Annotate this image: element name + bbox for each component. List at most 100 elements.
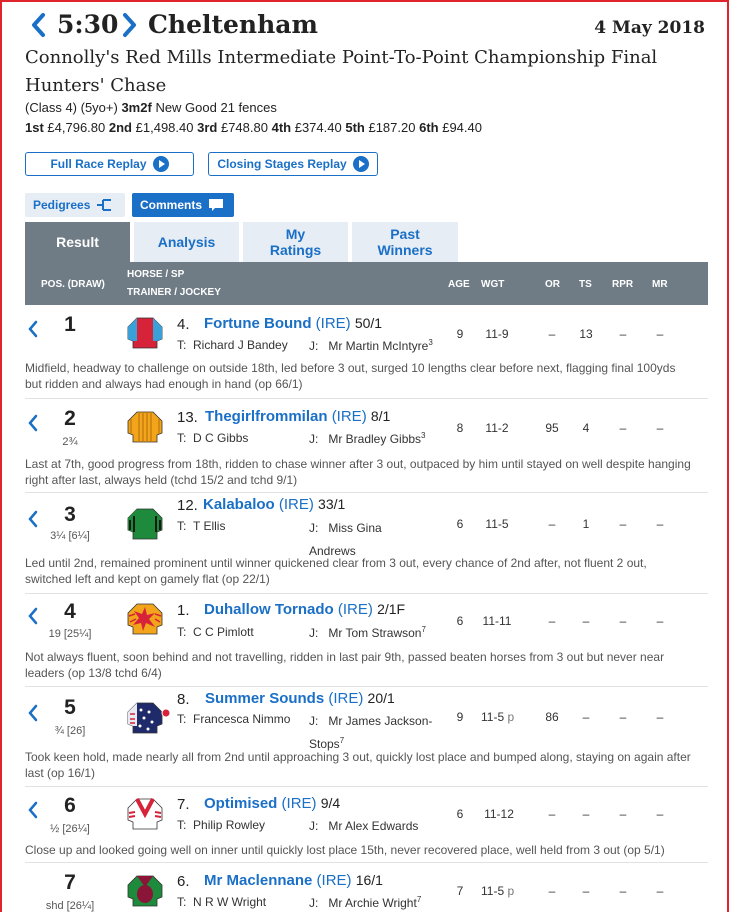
race-comment: Last at 7th, good progress from 18th, ri…	[25, 457, 691, 487]
age: 7	[456, 884, 464, 898]
jockey[interactable]: J: Mr Bradley Gibbs3	[309, 431, 434, 446]
rpr: –	[619, 710, 627, 724]
chevron-left-icon[interactable]	[27, 510, 39, 528]
trainer[interactable]: T: Francesca Nimmo	[177, 712, 290, 726]
tab-past-winners[interactable]: Past Winners	[352, 222, 458, 262]
master-rating: –	[656, 421, 664, 435]
prize-amount: £374.40	[294, 120, 342, 135]
table-row: 2 2¾ 13. Thegirlfrommilan (IRE) 8/1 T: D…	[25, 399, 708, 493]
horse-country: (IRE)	[331, 408, 367, 425]
horse-name-link[interactable]: Fortune Bound (IRE) 50/1	[204, 315, 382, 332]
table-row: 3 3¼ [6¼] 12. Kalabaloo (IRE) 33/1 T: T …	[25, 493, 708, 594]
topspeed: –	[582, 807, 590, 821]
chevron-left-icon[interactable]	[27, 320, 39, 338]
table-row: 4 19 [25¼] 1. Duhallow Tornado (IRE) 2/1…	[25, 594, 708, 687]
tab-result[interactable]: Result	[25, 222, 130, 262]
starting-price: 9/4	[320, 795, 341, 811]
race-comment: Close up and looked going well on inner …	[25, 843, 665, 857]
horse-name-link[interactable]: Optimised (IRE) 9/4	[204, 795, 340, 812]
topspeed: –	[582, 710, 590, 724]
tab-my-ratings[interactable]: My Ratings	[243, 222, 348, 262]
chevron-left-icon[interactable]	[27, 607, 39, 625]
trainer[interactable]: T: Philip Rowley	[177, 818, 265, 832]
jockey-name: Mr Archie Wright	[328, 896, 417, 910]
horse-name: Kalabaloo	[203, 496, 275, 513]
chevron-left-icon[interactable]	[27, 414, 39, 432]
jockey[interactable]: J: Mr James Jackson-Stops7	[309, 712, 434, 754]
trainer[interactable]: T: N R W Wright	[177, 895, 266, 909]
chevron-left-icon[interactable]	[27, 704, 39, 722]
jockey-name: Mr Bradley Gibbs	[328, 432, 422, 446]
weight: 11-9	[485, 327, 509, 341]
weight-value: 11-5	[481, 884, 505, 898]
horse-name-link[interactable]: Thegirlfrommilan (IRE) 8/1	[205, 408, 390, 425]
headgear-note: p	[507, 710, 515, 724]
jockey[interactable]: J: Mr Archie Wright7	[309, 895, 449, 910]
trainer-name: N R W Wright	[193, 895, 267, 909]
full-race-replay-button[interactable]: Full Race Replay	[25, 152, 194, 176]
beaten-distance: ¾ [26]	[54, 725, 86, 737]
jockey[interactable]: J: Mr Tom Strawson7	[309, 625, 434, 640]
master-rating: –	[656, 710, 664, 724]
jockey[interactable]: J: Mr Alex Edwards	[309, 818, 434, 833]
race-class: (Class 4) (5yo+)	[25, 100, 118, 115]
horse-name-link[interactable]: Summer Sounds (IRE) 20/1	[205, 690, 395, 707]
rpr: –	[619, 807, 627, 821]
prize-amount: £4,796.80	[47, 120, 106, 135]
play-icon	[352, 156, 369, 172]
rpr: –	[619, 421, 627, 435]
race-title: Connolly's Red Mills Intermediate Point-…	[25, 47, 658, 96]
prize-place: 1st	[25, 120, 44, 135]
horse-name: Summer Sounds	[205, 690, 325, 707]
weight: 11-5 p	[477, 710, 525, 724]
trainer[interactable]: T: D C Gibbs	[177, 431, 248, 445]
horse-name-link[interactable]: Duhallow Tornado (IRE) 2/1F	[204, 601, 405, 618]
age: 8	[456, 421, 464, 435]
saddle-cloth-number: 13.	[177, 409, 198, 426]
trainer-name: T Ellis	[193, 519, 226, 533]
master-rating: –	[656, 807, 664, 821]
race-conditions: (Class 4) (5yo+) 3m2f New Good 21 fences	[25, 100, 277, 115]
prize-amount: £187.20	[368, 120, 416, 135]
prize-amount: £94.40	[442, 120, 482, 135]
jockey-claim: 7	[416, 895, 422, 904]
jockey-silk-icon	[127, 603, 163, 635]
chevron-left-icon[interactable]	[27, 801, 39, 819]
next-race-chevron-icon[interactable]	[121, 12, 141, 38]
topspeed: 4	[582, 421, 590, 435]
jockey[interactable]: J: Mr Martin McIntyre3	[309, 338, 434, 353]
starting-price: 2/1F	[377, 601, 406, 617]
tab-analysis[interactable]: Analysis	[134, 222, 239, 262]
jockey-silk-icon	[127, 798, 163, 830]
pedigrees-button[interactable]: Pedigrees	[25, 193, 125, 217]
jockey-silk-icon	[127, 317, 163, 349]
jockey-name: Mr Tom Strawson	[328, 626, 422, 640]
weight-value: 11-5	[481, 710, 505, 724]
closing-stages-replay-button[interactable]: Closing Stages Replay	[208, 152, 378, 176]
jockey-claim: 3	[428, 338, 433, 347]
trainer[interactable]: T: T Ellis	[177, 519, 225, 533]
race-header: 5:30 Cheltenham 4 May 2018	[25, 10, 708, 44]
trainer[interactable]: T: C C Pimlott	[177, 625, 254, 639]
beaten-distance: 3¼ [6¼]	[50, 530, 90, 542]
weight: 11-5	[485, 517, 509, 531]
starting-price: 33/1	[318, 496, 346, 512]
weight: 11-12	[484, 807, 514, 821]
age: 6	[456, 517, 464, 531]
saddle-cloth-number: 8.	[177, 691, 190, 708]
master-rating: –	[656, 517, 664, 531]
previous-race-chevron-icon[interactable]	[29, 12, 49, 38]
prize-place: 2nd	[108, 120, 133, 135]
starting-price: 50/1	[354, 315, 383, 331]
master-rating: –	[656, 614, 664, 628]
trainer[interactable]: T: Richard J Bandey	[177, 338, 288, 352]
official-rating: –	[548, 884, 556, 898]
official-rating: –	[548, 517, 556, 531]
horse-country: (IRE)	[328, 690, 364, 707]
jockey-silk-icon	[127, 875, 163, 907]
horse-name-link[interactable]: Kalabaloo (IRE) 33/1	[203, 496, 345, 513]
play-icon	[152, 156, 169, 172]
comments-button[interactable]: Comments	[132, 193, 234, 217]
horse-name-link[interactable]: Mr Maclennane (IRE) 16/1	[204, 872, 383, 889]
prize-money: 1st £4,796.80 2nd £1,498.40 3rd £748.80 …	[25, 120, 482, 135]
